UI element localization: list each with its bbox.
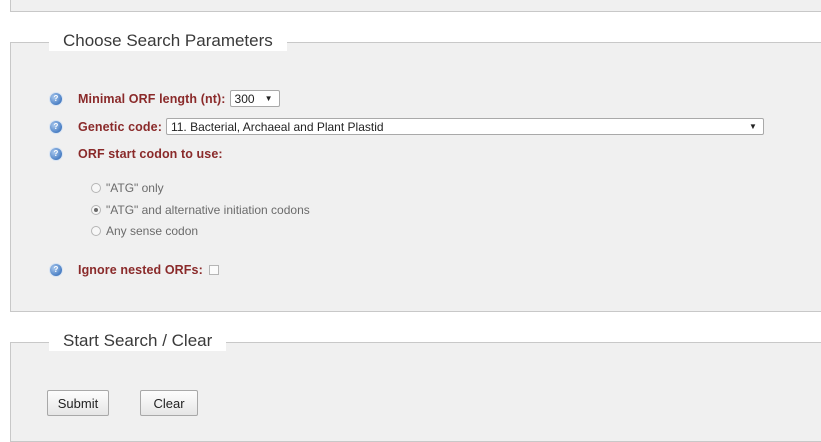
option-label: Any sense codon	[106, 224, 199, 238]
ignore-nested-row: ? Ignore nested ORFs:	[50, 263, 219, 277]
min-orf-length-label: Minimal ORF length (nt):	[78, 91, 226, 106]
min-orf-length-select[interactable]: 300 ▼	[229, 90, 280, 107]
start-search-fieldset: Start Search / Clear Submit Clear	[10, 331, 821, 442]
help-icon[interactable]: ?	[50, 148, 62, 160]
top-fieldset-edge	[10, 0, 821, 12]
genetic-code-row: ? Genetic code: 11. Bacterial, Archaeal …	[50, 118, 764, 135]
start-codon-row: ? ORF start codon to use:	[50, 147, 223, 161]
start-codon-option-atg-only[interactable]: "ATG" only	[91, 181, 164, 195]
start-search-legend: Start Search / Clear	[49, 331, 227, 351]
radio-atg-alternative[interactable]	[91, 205, 101, 215]
ignore-nested-label: Ignore nested ORFs:	[78, 263, 203, 277]
ignore-nested-checkbox[interactable]	[208, 265, 219, 275]
start-codon-label: ORF start codon to use:	[78, 147, 223, 161]
submit-button[interactable]: Submit	[47, 390, 109, 416]
radio-any-sense[interactable]	[91, 226, 101, 236]
help-icon[interactable]: ?	[50, 92, 62, 105]
help-icon[interactable]: ?	[50, 120, 62, 133]
search-parameters-legend: Choose Search Parameters	[49, 31, 287, 51]
radio-atg-only[interactable]	[91, 183, 101, 193]
chevron-down-icon: ▼	[264, 94, 273, 103]
start-codon-option-atg-alternative[interactable]: "ATG" and alternative initiation codons	[91, 203, 310, 217]
genetic-code-label: Genetic code:	[78, 119, 162, 134]
start-codon-option-any-sense[interactable]: Any sense codon	[91, 224, 198, 238]
clear-button[interactable]: Clear	[140, 390, 198, 416]
option-label: "ATG" only	[106, 181, 164, 195]
genetic-code-select[interactable]: 11. Bacterial, Archaeal and Plant Plasti…	[165, 118, 764, 135]
min-orf-length-row: ? Minimal ORF length (nt): 300 ▼	[50, 90, 280, 107]
min-orf-length-value: 300	[234, 91, 255, 106]
help-icon[interactable]: ?	[50, 264, 62, 276]
search-parameters-fieldset: Choose Search Parameters ? Minimal ORF l…	[10, 31, 821, 312]
option-label: "ATG" and alternative initiation codons	[106, 203, 310, 217]
chevron-down-icon: ▼	[749, 122, 757, 131]
genetic-code-value: 11. Bacterial, Archaeal and Plant Plasti…	[170, 119, 384, 134]
